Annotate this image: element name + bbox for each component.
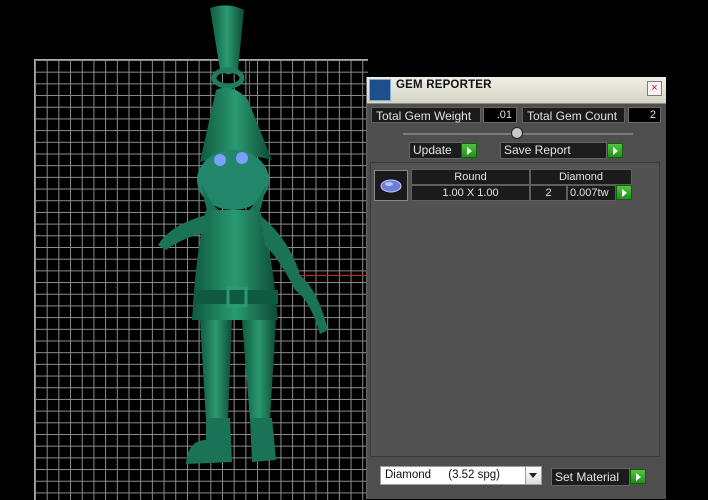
save-report-play-icon[interactable] <box>607 143 623 158</box>
panel-title: GEM REPORTER <box>396 79 492 91</box>
material-select[interactable]: Diamond (3.52 spg) <box>380 466 542 485</box>
gem-reporter-icon <box>369 79 391 101</box>
set-material-play-icon[interactable] <box>630 469 646 484</box>
set-material-label: Set Material <box>555 470 620 484</box>
update-play-icon[interactable] <box>461 143 477 158</box>
set-material-button[interactable]: Set Material <box>551 468 630 486</box>
total-gem-weight-label: Total Gem Weight <box>371 107 481 123</box>
gem-thumbnail[interactable] <box>374 170 408 201</box>
total-gem-weight-value: .01 <box>483 107 517 123</box>
material-select-value: Diamond <box>385 469 432 481</box>
gem-shape-cell: Round <box>411 169 530 185</box>
round-diamond-icon <box>380 179 402 193</box>
splitter-knob[interactable] <box>511 127 523 139</box>
material-select-spg: (3.52 spg) <box>448 469 501 481</box>
save-report-label: Save Report <box>504 143 571 157</box>
gem-row-play-icon[interactable] <box>616 185 632 200</box>
total-gem-count-value: 2 <box>628 107 661 123</box>
chevron-down-icon[interactable] <box>525 467 541 484</box>
gem-size-cell: 1.00 X 1.00 <box>411 185 530 201</box>
update-button-label: Update <box>413 143 452 157</box>
gem-material-cell: Diamond <box>530 169 632 185</box>
close-button[interactable]: × <box>647 81 662 96</box>
total-gem-count-label: Total Gem Count <box>522 107 625 123</box>
gem-reporter-panel: GEM REPORTER × Total Gem Weight .01 Tota… <box>366 77 666 499</box>
panel-titlebar[interactable]: GEM REPORTER × <box>367 77 666 104</box>
update-button[interactable]: Update <box>409 142 462 159</box>
gem-count-cell: 2 <box>530 185 567 201</box>
gem-list[interactable] <box>370 162 660 457</box>
gem-weight-cell: 0.007tw <box>567 185 616 201</box>
gnome-pendant-model[interactable] <box>140 0 340 470</box>
save-report-button[interactable]: Save Report <box>500 142 607 159</box>
